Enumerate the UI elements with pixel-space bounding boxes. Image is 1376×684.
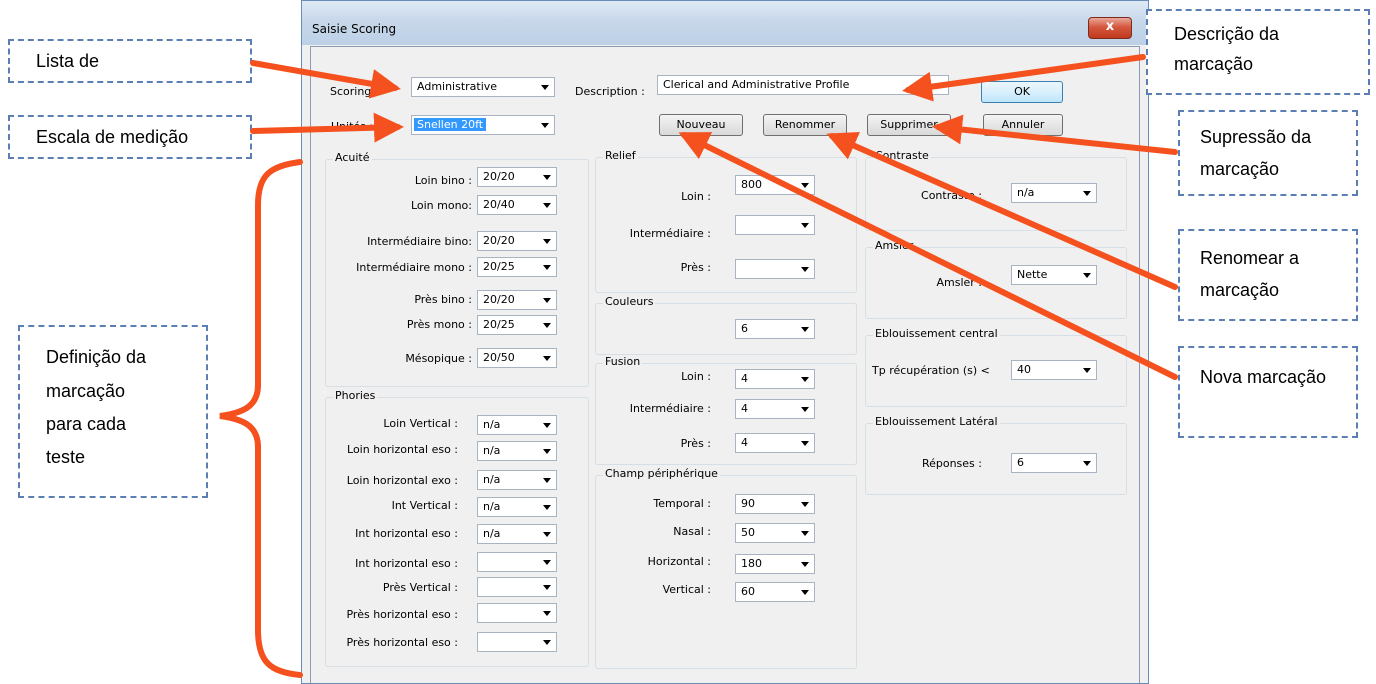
arrow-supressao — [932, 114, 1178, 155]
arrow-escala — [250, 112, 404, 143]
brace-definicao — [219, 159, 303, 678]
arrow-descricao — [902, 54, 1146, 102]
arrow-renomear — [826, 131, 1178, 290]
arrow-lista — [250, 60, 401, 99]
annotation-arrows — [219, 54, 1178, 678]
